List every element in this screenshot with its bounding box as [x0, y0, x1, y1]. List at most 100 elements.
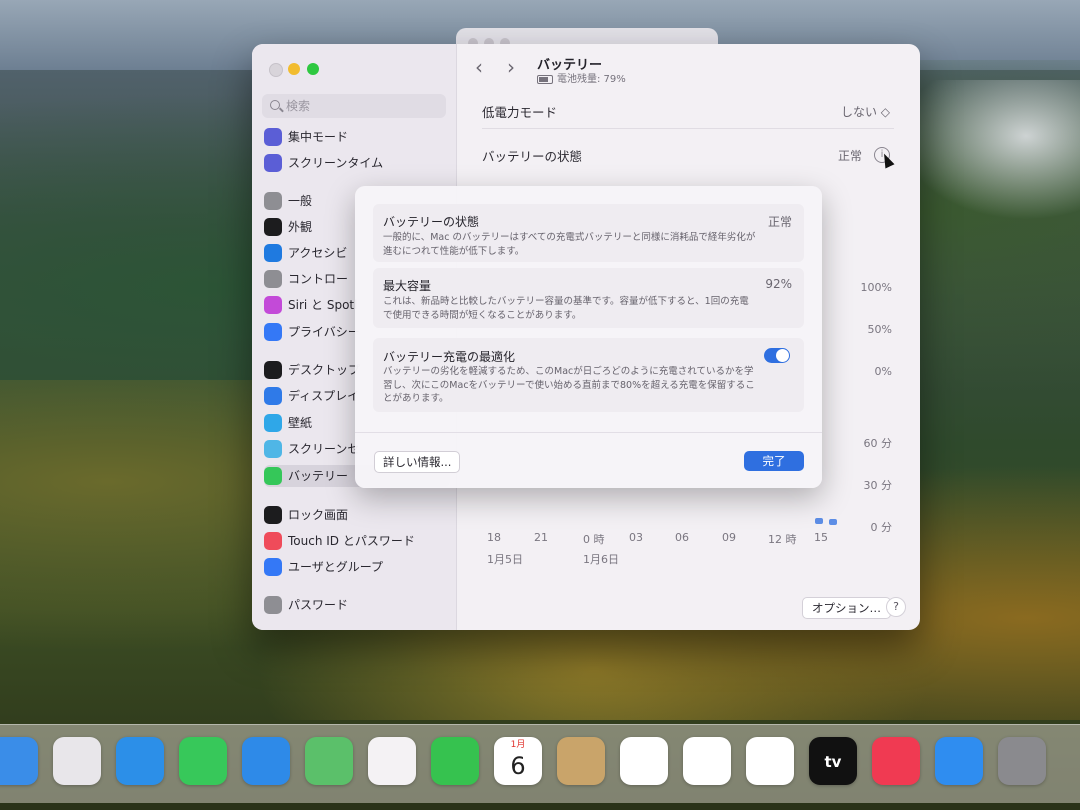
search-input[interactable]: 検索	[262, 94, 446, 118]
options-button[interactable]: オプション…	[802, 597, 891, 619]
time-label-0: 0 分	[870, 521, 893, 534]
search-placeholder: 検索	[286, 99, 311, 113]
notes-icon[interactable]	[683, 737, 731, 785]
sidebar-item-label: デスクトップ	[288, 363, 361, 377]
battery-level-text: 電池残量: 79%	[557, 74, 626, 85]
messages-icon[interactable]	[179, 737, 227, 785]
time-label-30: 30 分	[863, 479, 893, 492]
safari-icon[interactable]	[116, 737, 164, 785]
optimized-charging-toggle[interactable]	[764, 348, 790, 363]
sidebar-item-label: アクセシビ	[288, 246, 348, 260]
max-capacity-title: 最大容量	[383, 279, 432, 293]
battery-level-subtitle: 電池残量: 79%	[537, 70, 626, 85]
reminders-icon[interactable]	[620, 737, 668, 785]
level-label-0: 0%	[874, 365, 892, 378]
wallpaper-icon	[264, 413, 282, 432]
optimized-charging-description: バッテリーの劣化を軽減するため、このMacが日ごろどのように充電されているかを学…	[383, 366, 755, 404]
siri-icon	[264, 295, 282, 314]
x-tick-label: 0 時	[583, 533, 605, 546]
sidebar-item-label: 集中モード	[288, 130, 349, 144]
gear-icon	[264, 191, 282, 210]
sidebar-item[interactable]: スクリーンタイム	[264, 152, 450, 174]
back-button[interactable]: ‹	[475, 56, 483, 78]
max-capacity-value: 92%	[765, 277, 792, 291]
x-tick-label: 09	[722, 531, 736, 544]
calendar-day: 6	[510, 752, 526, 780]
sidebar-item-label: 外観	[288, 220, 313, 234]
wallpaper-cloud	[900, 80, 1080, 220]
divider	[482, 128, 894, 129]
sidebar-item-label: コントロー	[288, 272, 349, 286]
sidebar-item-label: ユーザとグループ	[288, 560, 384, 574]
calendar-month: 1月	[510, 740, 526, 750]
freeform-icon[interactable]	[746, 737, 794, 785]
zoom-button[interactable]	[307, 63, 319, 75]
sidebar-item-label: ディスプレイ	[288, 389, 360, 403]
sidebar-item-label: Siri と Spotl	[288, 298, 358, 312]
key-icon	[264, 595, 282, 614]
sidebar-item-label: プライバシー	[288, 325, 360, 339]
sheet-divider	[355, 432, 822, 433]
calendar-icon[interactable]: 1月 6	[494, 737, 542, 785]
sidebar-item[interactable]: Touch ID とパスワード	[264, 530, 450, 552]
launchpad-icon[interactable]	[53, 737, 101, 785]
sidebar-item[interactable]: 集中モード	[264, 126, 450, 148]
sidebar-item-label: パスワード	[288, 598, 349, 612]
level-label-50: 50%	[867, 323, 892, 336]
system-settings-icon[interactable]	[998, 737, 1046, 785]
forward-button[interactable]: ›	[507, 56, 515, 78]
sidebar-item-label: ロック画面	[288, 508, 349, 522]
capacity-group: 最大容量 92% これは、新品時と比較したバッテリー容量の基準です。容量が低下す…	[373, 268, 804, 328]
users-icon	[264, 557, 282, 576]
date-label: 1月5日	[487, 553, 523, 566]
sidebar-item[interactable]: ユーザとグループ	[264, 556, 450, 578]
sidebar-item[interactable]: パスワード	[264, 594, 450, 616]
sidebar-item-label: スクリーンセ	[288, 442, 360, 456]
accessibility-icon	[264, 243, 282, 262]
optimize-group: バッテリー充電の最適化 バッテリーの劣化を軽減するため、このMacが日ごろどのよ…	[373, 338, 804, 412]
tv-icon[interactable]: tv	[809, 737, 857, 785]
optimized-charging-title: バッテリー充電の最適化	[383, 350, 516, 364]
screensaver-icon	[264, 439, 282, 458]
contacts-icon[interactable]	[557, 737, 605, 785]
x-tick-label: 06	[675, 531, 689, 544]
sidebar-item-label: 壁紙	[288, 416, 313, 430]
search-icon	[270, 100, 280, 110]
low-power-mode-select[interactable]: しない ◇	[841, 103, 890, 120]
help-button[interactable]: ?	[886, 597, 906, 617]
lock-icon	[264, 505, 282, 524]
sidebar-item-label: バッテリー	[288, 469, 349, 483]
mail-icon[interactable]	[242, 737, 290, 785]
x-tick-label: 15	[814, 531, 828, 544]
x-tick-label: 03	[629, 531, 643, 544]
usage-bar	[815, 518, 823, 524]
music-icon[interactable]	[872, 737, 920, 785]
level-label-100: 100%	[860, 281, 892, 294]
maps-icon[interactable]	[305, 737, 353, 785]
time-label-60: 60 分	[863, 437, 893, 450]
health-description: 一般的に、Mac のバッテリーはすべての充電式バッテリーと同様に消耗品で経年劣化…	[383, 232, 756, 257]
control-center-icon	[264, 269, 282, 288]
sidebar-item[interactable]: ロック画面	[264, 504, 450, 526]
battery-icon	[264, 466, 282, 485]
hourglass-icon	[264, 153, 282, 172]
moon-icon	[264, 127, 282, 146]
minimize-button[interactable]	[288, 63, 300, 75]
x-tick-label: 12 時	[768, 533, 797, 546]
finder-icon[interactable]	[0, 737, 38, 785]
health-value: 正常	[767, 215, 792, 229]
facetime-icon[interactable]	[431, 737, 479, 785]
more-info-button[interactable]: 詳しい情報...	[374, 451, 461, 473]
done-button[interactable]: 完了	[744, 451, 804, 471]
usage-bar	[829, 519, 837, 525]
dock: 1月 6 tv	[0, 724, 1080, 803]
sidebar-item-label: Touch ID とパスワード	[288, 534, 415, 548]
app-store-icon[interactable]	[935, 737, 983, 785]
battery-health-label: バッテリーの状態	[482, 149, 583, 164]
battery-icon	[537, 74, 553, 84]
photos-icon[interactable]	[368, 737, 416, 785]
low-power-mode-label: 低電力モード	[482, 105, 558, 120]
close-button[interactable]	[269, 63, 283, 77]
display-icon	[264, 386, 282, 405]
sidebar-item-label: スクリーンタイム	[288, 156, 384, 170]
